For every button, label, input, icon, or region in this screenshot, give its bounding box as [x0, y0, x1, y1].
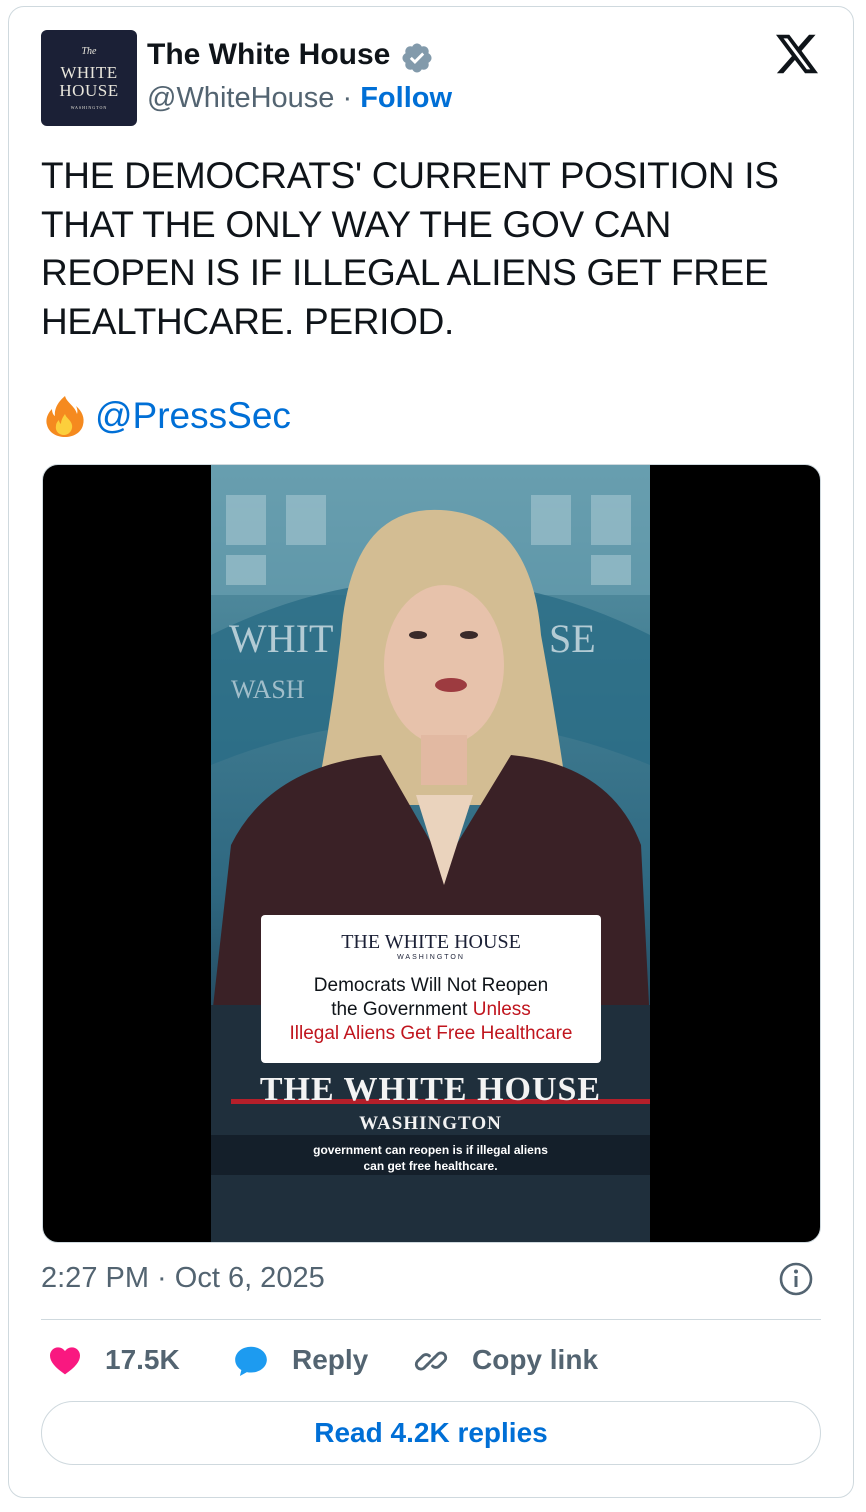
copy-link-button[interactable]: Copy link: [412, 1340, 612, 1384]
background-sign-left: WHIT: [229, 616, 334, 661]
avatar-text-white: WHITE: [60, 63, 118, 82]
like-count: 17.5K: [105, 1344, 180, 1375]
verified-badge-icon: [402, 43, 432, 73]
fire-icon: [46, 396, 84, 437]
author-name[interactable]: The White House: [147, 38, 390, 72]
mention-link[interactable]: @PressSec: [95, 392, 291, 440]
divider: [41, 1319, 821, 1320]
link-icon: [414, 1351, 448, 1371]
info-icon[interactable]: [778, 1261, 814, 1297]
x-logo-icon[interactable]: [776, 34, 818, 74]
video-caption-line1: government can reopen is if illegal alie…: [313, 1143, 548, 1157]
video-frame[interactable]: WHIT SE WASH THE WHITE HOUSE WASHINGTON …: [211, 465, 650, 1242]
like-button[interactable]: 17.5K: [47, 1340, 187, 1384]
reply-label: Reply: [292, 1344, 369, 1375]
podium-subtitle: WASHINGTON: [359, 1113, 502, 1134]
avatar-text-washington: WASHINGTON: [70, 105, 108, 110]
lower-third-title: THE WHITE HOUSE: [341, 931, 521, 953]
background-sign-wash: WASH: [231, 675, 305, 704]
avatar-text-the: The: [81, 46, 97, 57]
lower-third-line2-prefix: the Government: [331, 999, 473, 1020]
lower-third-card: THE WHITE HOUSE WASHINGTON Democrats Wil…: [261, 915, 601, 1063]
author-handle[interactable]: @WhiteHouse: [147, 82, 334, 114]
lower-third-subtitle: WASHINGTON: [397, 954, 465, 961]
avatar-text-house: HOUSE: [59, 81, 119, 100]
background-sign-right: SE: [549, 616, 596, 661]
lower-third-line2-highlight: Unless: [472, 999, 531, 1020]
tweet-text: THE DEMOCRATS' CURRENT POSITION IS THAT …: [41, 155, 779, 342]
timestamp[interactable]: 2:27 PM · Oct 6, 2025: [41, 1262, 325, 1295]
follow-button[interactable]: Follow: [360, 82, 452, 114]
podium-title: THE WHITE HOUSE: [259, 1071, 602, 1108]
reply-bubble-icon: [235, 1346, 267, 1377]
lower-third-line1: Democrats Will Not Reopen: [313, 975, 549, 996]
read-replies-button[interactable]: Read 4.2K replies: [41, 1401, 821, 1465]
handle-row: @WhiteHouse · Follow: [147, 82, 452, 115]
author-avatar[interactable]: The WHITE HOUSE WASHINGTON: [41, 30, 137, 126]
heart-icon: [50, 1347, 80, 1375]
lower-third-line2: the Government Unless: [261, 999, 601, 1021]
copy-link-label: Copy link: [472, 1344, 599, 1375]
separator-dot: ·: [342, 82, 353, 114]
video-caption-line2: can get free healthcare.: [363, 1159, 498, 1173]
lower-third-line3: Illegal Aliens Get Free Healthcare: [289, 1023, 573, 1044]
video-player[interactable]: WHIT SE WASH THE WHITE HOUSE WASHINGTON …: [42, 464, 821, 1243]
reply-button[interactable]: Reply: [232, 1340, 382, 1384]
